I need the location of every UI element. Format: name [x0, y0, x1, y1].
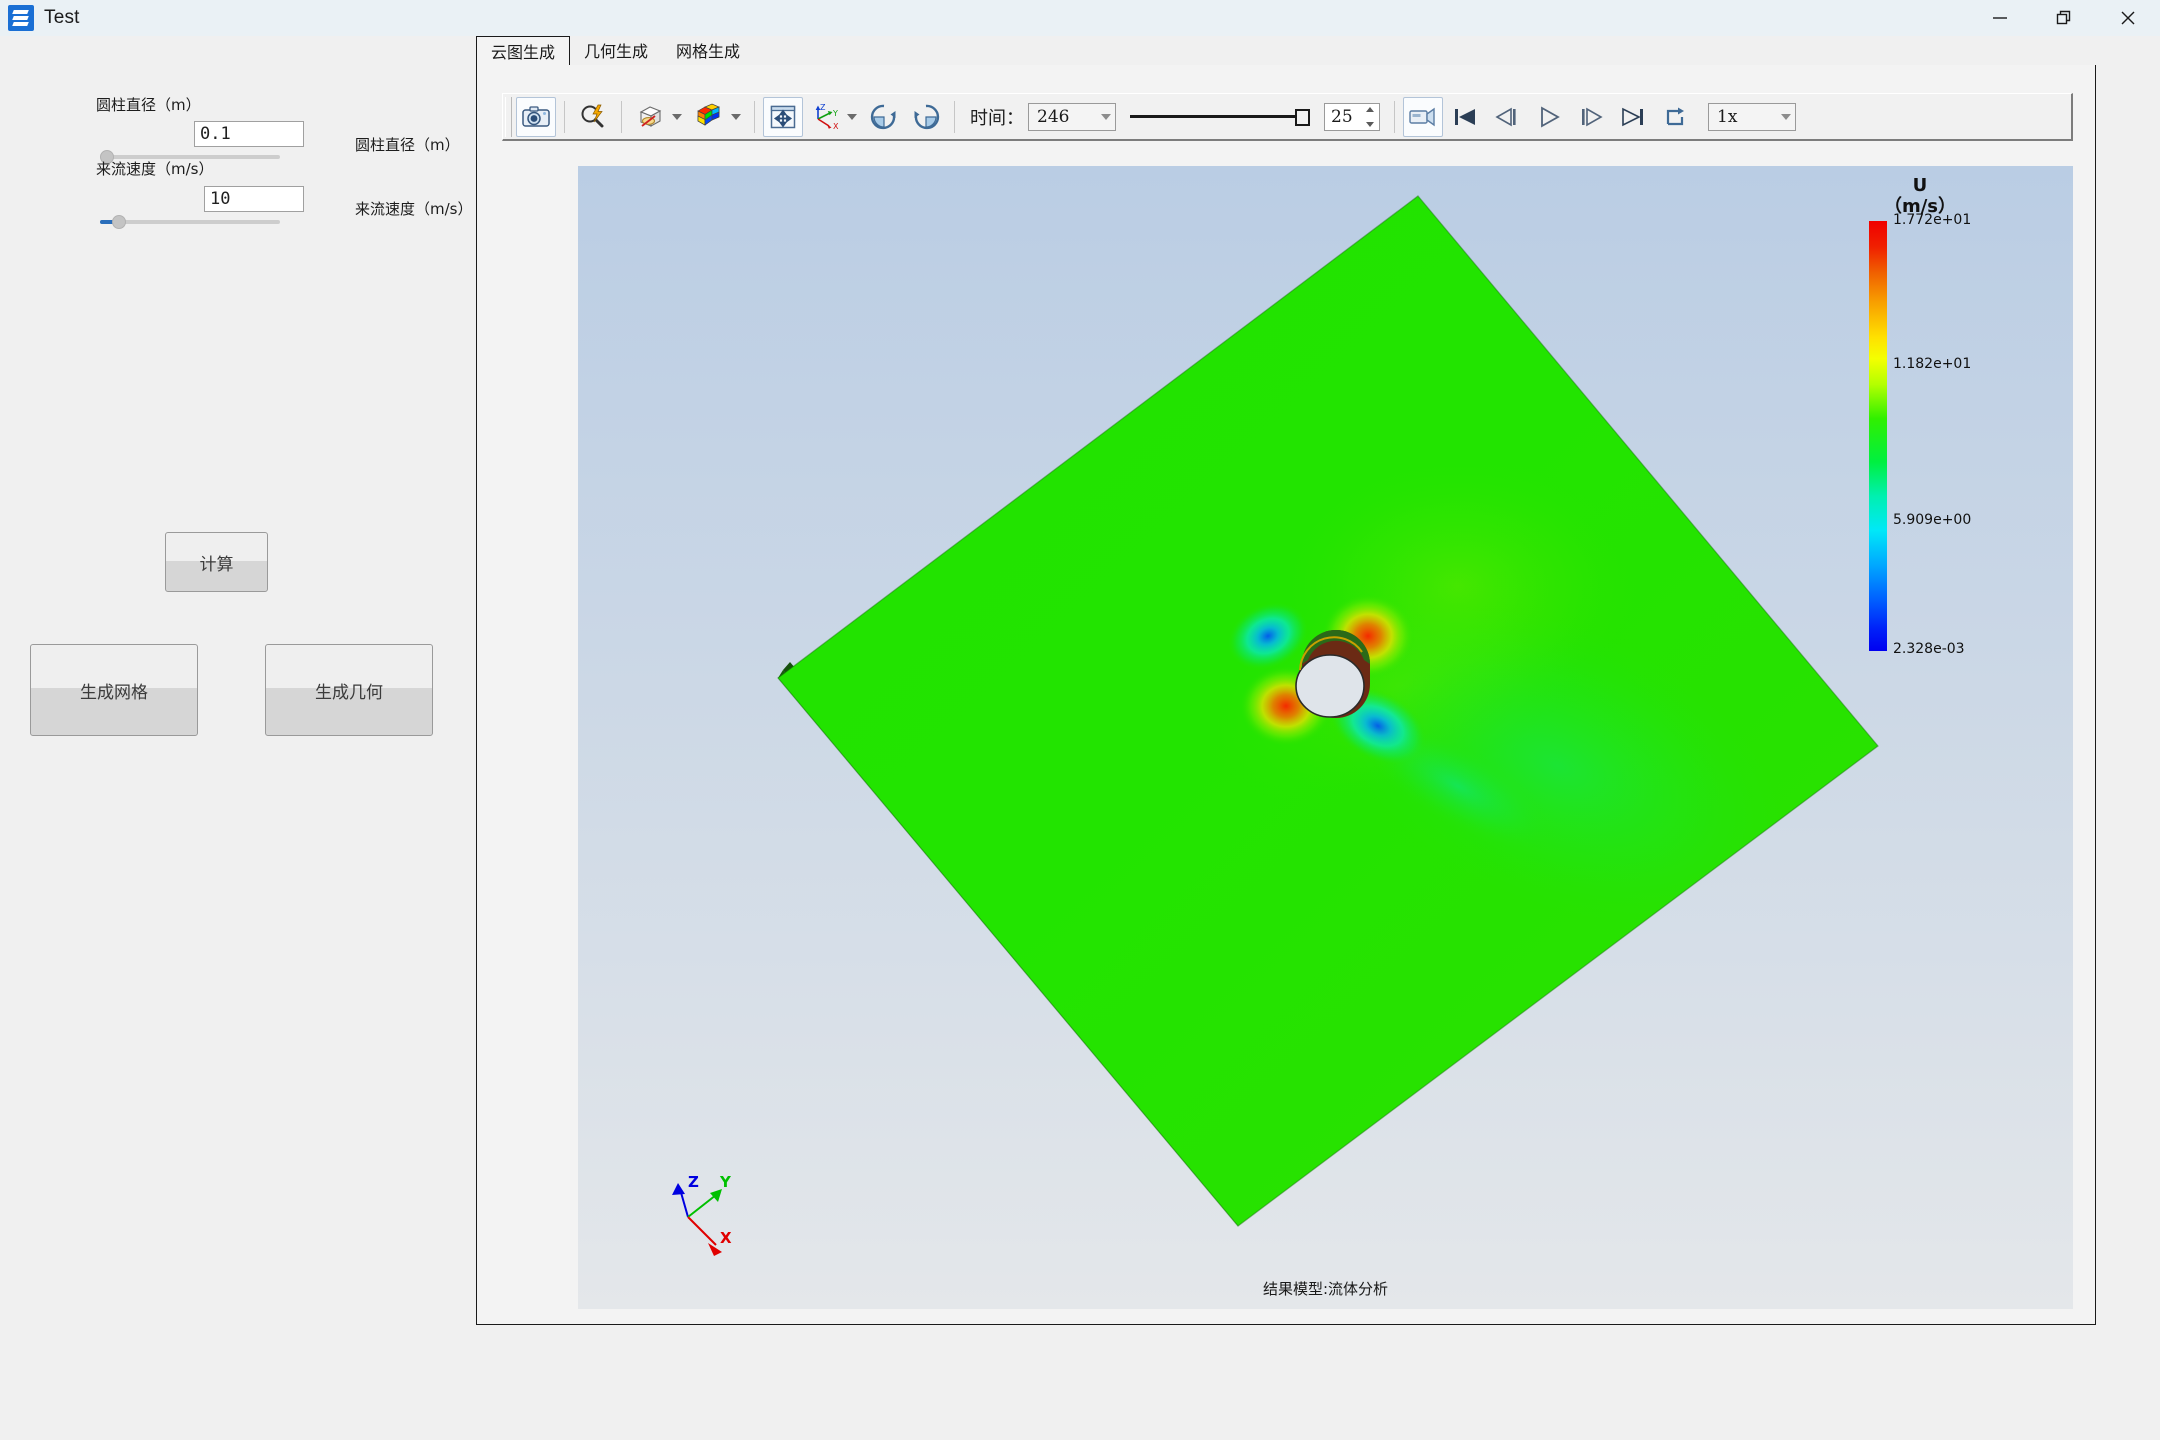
legend-tick-max: 1.772e+01 — [1893, 212, 1972, 229]
time-label: 时间： — [970, 107, 1024, 129]
last-frame-button[interactable] — [1613, 97, 1653, 137]
restore-button[interactable] — [2032, 0, 2096, 36]
frame-spinner[interactable]: 25 — [1324, 102, 1380, 131]
rotate-cw-icon[interactable] — [864, 97, 904, 137]
axes-orientation-icon[interactable]: Z Y X — [805, 97, 845, 137]
diameter-mirror-label: 圆柱直径（m） — [355, 136, 460, 154]
frame-spinner-value: 25 — [1331, 106, 1353, 127]
record-animation-button[interactable] — [1403, 96, 1443, 137]
spinner-up-icon[interactable] — [1366, 106, 1374, 112]
svg-text:Y: Y — [832, 109, 838, 118]
loop-button[interactable] — [1655, 97, 1695, 137]
toolbar-separator — [621, 100, 622, 133]
legend-colorbar[interactable] — [1869, 221, 1887, 652]
color-legend: U （m/s） 1.772e+01 1.182e+01 5.909e+00 2.… — [1869, 175, 1999, 657]
time-combo-caret — [1101, 113, 1111, 120]
next-frame-button[interactable] — [1571, 97, 1611, 137]
tab-mesh-generation[interactable]: 网格生成 — [662, 35, 754, 65]
tab-page-cloud-generation: Z Y X 时间： 246 25 1x Z Y X U （m/s） 1.772e… — [476, 65, 2096, 1325]
colormap-dropdown-caret[interactable] — [731, 113, 741, 120]
left-control-panel: 圆柱直径（m） 圆柱直径（m） 来流速度（m/s） 来流速度（m/s） 计算 生… — [0, 36, 476, 1440]
velocity-slider[interactable] — [100, 213, 280, 231]
generate-mesh-button[interactable]: 生成网格 — [30, 644, 198, 736]
velocity-mirror-label: 来流速度（m/s） — [355, 200, 473, 218]
time-combo-value: 246 — [1037, 106, 1070, 127]
svg-text:Y: Y — [719, 1173, 732, 1191]
velocity-field-group: 来流速度（m/s） — [96, 158, 213, 179]
tab-host: 云图生成 几何生成 网格生成 Z Y X 时间： 246 25 1x Z Y X… — [476, 36, 2160, 1440]
speed-combo[interactable]: 1x — [1708, 102, 1796, 131]
time-slider-handle[interactable] — [1295, 108, 1310, 126]
velocity-input[interactable] — [204, 186, 304, 212]
play-button[interactable] — [1529, 97, 1569, 137]
result-model-status: 结果模型:流体分析 — [1262, 1280, 1389, 1298]
svg-text:Z: Z — [820, 103, 826, 112]
time-combo[interactable]: 246 — [1028, 102, 1116, 131]
reset-camera-icon[interactable] — [763, 96, 803, 137]
svg-text:Z: Z — [688, 1173, 699, 1191]
minimize-button[interactable] — [1968, 0, 2032, 36]
rotate-ccw-icon[interactable] — [906, 97, 946, 137]
window-controls — [1968, 0, 2160, 36]
time-slider-track — [1130, 114, 1310, 118]
toolbar-separator — [564, 100, 565, 133]
calculate-button[interactable]: 计算 — [165, 532, 268, 592]
legend-tick-mid2: 5.909e+00 — [1893, 512, 1972, 529]
svg-text:X: X — [720, 1229, 732, 1247]
flow-field-plane — [777, 195, 1879, 1227]
zoom-to-data-icon[interactable] — [573, 97, 613, 137]
screenshot-camera-icon[interactable] — [516, 96, 556, 137]
viewer-toolbar: Z Y X 时间： 246 25 1x — [502, 93, 2073, 141]
diameter-field-group: 圆柱直径（m） — [96, 94, 201, 115]
close-button[interactable] — [2096, 0, 2160, 36]
window-title: Test — [44, 7, 80, 28]
toolbar-separator — [754, 100, 755, 133]
colormap-cube-icon[interactable] — [689, 97, 729, 137]
legend-bar-wrap: 1.772e+01 1.182e+01 5.909e+00 2.328e-03 — [1869, 212, 1971, 657]
velocity-slider-track — [100, 220, 280, 224]
velocity-slider-handle[interactable] — [112, 215, 126, 229]
diameter-label: 圆柱直径（m） — [96, 96, 201, 114]
representation-dropdown-caret[interactable] — [672, 113, 682, 120]
surface-representation-icon[interactable] — [630, 97, 670, 137]
legend-tick-mid1: 1.182e+01 — [1893, 356, 1972, 373]
previous-frame-button[interactable] — [1487, 97, 1527, 137]
window-titlebar: Test — [0, 0, 2160, 36]
toolbar-separator — [1394, 100, 1395, 133]
first-frame-button[interactable] — [1445, 97, 1485, 137]
velocity-label: 来流速度（m/s） — [96, 160, 214, 178]
speed-combo-value: 1x — [1717, 106, 1738, 127]
svg-text:X: X — [833, 122, 839, 131]
toolbar-separator — [954, 100, 955, 133]
legend-title: U （m/s） — [1884, 175, 1956, 217]
diameter-input[interactable] — [194, 121, 304, 147]
axes-dropdown-caret[interactable] — [847, 113, 857, 120]
orientation-axes-widget: Z Y X — [672, 1173, 732, 1256]
tab-cloud-generation[interactable]: 云图生成 — [476, 36, 571, 66]
render-viewport[interactable]: Z Y X U （m/s） 1.772e+01 1.182e+01 5.909e… — [578, 166, 2073, 1309]
tab-strip: 云图生成 几何生成 网格生成 — [476, 36, 2096, 66]
spinner-down-icon[interactable] — [1366, 121, 1374, 127]
time-slider[interactable] — [1130, 103, 1310, 131]
frame-spinner-arrows[interactable] — [1364, 106, 1376, 127]
tab-geometry-generation[interactable]: 几何生成 — [570, 35, 662, 65]
legend-tick-min: 2.328e-03 — [1893, 641, 1965, 658]
legend-title-variable: U — [1912, 175, 1928, 196]
app-layers-icon — [8, 5, 34, 31]
generate-geometry-button[interactable]: 生成几何 — [265, 644, 433, 736]
speed-combo-caret — [1781, 113, 1791, 120]
toolbar-grip[interactable] — [505, 96, 512, 137]
